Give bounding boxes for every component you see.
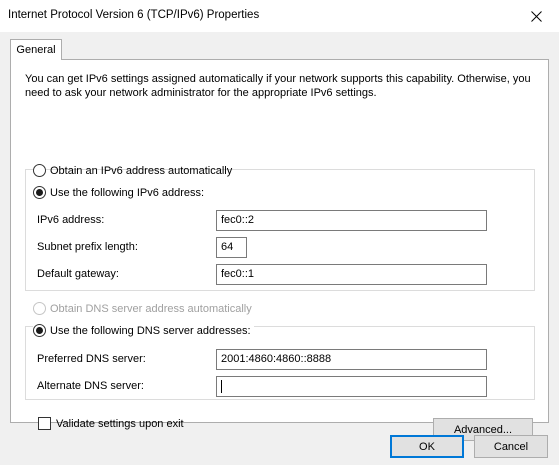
validate-settings-label: Validate settings upon exit [56, 417, 184, 430]
radio-checked-icon [33, 186, 46, 199]
ipv6-address-value: fec0::2 [221, 214, 255, 226]
tab-general-label: General [16, 44, 56, 56]
obtain-ipv6-auto-radio[interactable]: Obtain an IPv6 address automatically [33, 164, 232, 177]
checkbox-icon [38, 417, 51, 430]
cancel-button[interactable]: Cancel [474, 435, 548, 458]
general-tab-panel: You can get IPv6 settings assigned autom… [10, 59, 549, 441]
ok-button[interactable]: OK [390, 435, 464, 458]
ipv6-address-label: IPv6 address: [37, 214, 105, 226]
dialog-client-area: General You can get IPv6 settings assign… [0, 32, 559, 465]
ok-button-label: OK [419, 440, 435, 453]
window-title: Internet Protocol Version 6 (TCP/IPv6) P… [8, 9, 260, 21]
preferred-dns-value: 2001:4860:4860::8888 [221, 353, 332, 365]
tab-general[interactable]: General [10, 39, 62, 60]
alternate-dns-label: Alternate DNS server: [37, 380, 144, 392]
validate-settings-checkbox[interactable]: Validate settings upon exit [38, 417, 184, 430]
title-bar[interactable]: Internet Protocol Version 6 (TCP/IPv6) P… [0, 0, 559, 32]
subnet-prefix-value: 64 [221, 241, 234, 253]
subnet-prefix-input[interactable]: 64 [216, 237, 247, 258]
advanced-button-label: Advanced... [453, 423, 513, 436]
cancel-button-label: Cancel [493, 440, 529, 453]
use-following-ipv6-label: Use the following IPv6 address: [50, 186, 205, 199]
text-caret [221, 380, 222, 393]
use-following-ipv6-radio[interactable]: Use the following IPv6 address: [33, 186, 208, 199]
obtain-ipv6-auto-label: Obtain an IPv6 address automatically [50, 164, 233, 177]
default-gateway-value: fec0::1 [221, 268, 255, 280]
use-following-dns-radio[interactable]: Use the following DNS server addresses: [33, 324, 254, 337]
subnet-prefix-label: Subnet prefix length: [37, 241, 138, 253]
radio-icon [33, 164, 46, 177]
ipv6-address-input[interactable]: fec0::2 [216, 210, 487, 231]
close-icon [530, 10, 542, 22]
preferred-dns-input[interactable]: 2001:4860:4860::8888 [216, 349, 487, 370]
default-gateway-label: Default gateway: [37, 268, 119, 280]
default-gateway-input[interactable]: fec0::1 [216, 264, 487, 285]
intro-text: You can get IPv6 settings assigned autom… [25, 73, 531, 99]
use-following-dns-label: Use the following DNS server addresses: [50, 324, 251, 337]
alternate-dns-input[interactable] [216, 376, 487, 397]
close-button[interactable] [513, 0, 559, 32]
obtain-dns-auto-radio[interactable]: Obtain DNS server address automatically [33, 302, 252, 315]
radio-disabled-icon [33, 302, 46, 315]
radio-checked-icon [33, 324, 46, 337]
preferred-dns-label: Preferred DNS server: [37, 353, 146, 365]
obtain-dns-auto-label: Obtain DNS server address automatically [50, 302, 252, 315]
